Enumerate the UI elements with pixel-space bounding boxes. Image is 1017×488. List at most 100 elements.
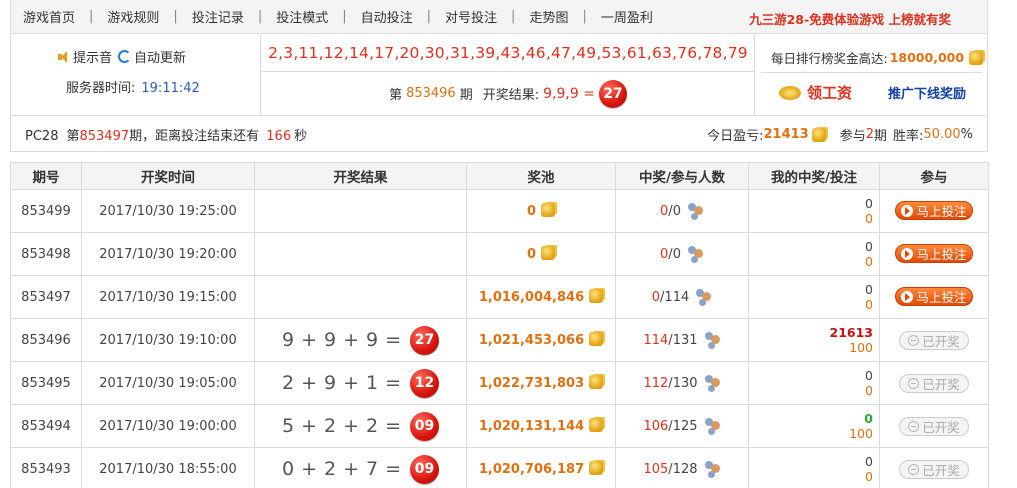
my-bet: 0	[865, 469, 873, 484]
time-cell: 2017/10/30 19:10:00	[81, 318, 255, 362]
minus-circle-icon	[908, 377, 920, 389]
table-row: 853494 2017/10/30 19:00:00 5 +2 +2 = 09 1,020,1…	[10, 404, 989, 448]
pool-value: 0	[526, 247, 537, 262]
minus-circle-icon	[908, 463, 920, 475]
plus-sign: +	[343, 329, 359, 351]
action-cell: 已开奖	[879, 404, 989, 448]
action-cell: 已开奖	[879, 447, 989, 488]
column-header: 开奖结果	[254, 162, 467, 190]
reward-panel: 每日排行榜奖金高达: 18000,000 领工资 推广下线奖励	[755, 34, 988, 115]
pool-cell: 0	[466, 189, 616, 233]
result-expr: 0 +2 +7 = 09	[255, 454, 466, 484]
join-label: 参与	[839, 129, 866, 144]
nav-item[interactable]: 投注模式	[276, 7, 328, 26]
pool-value: 1,020,706,187	[478, 462, 585, 477]
people-icon[interactable]	[703, 332, 721, 347]
promo-link[interactable]: 推广下线奖励	[888, 83, 966, 102]
drawn-label: 已开奖	[922, 462, 960, 478]
countdown-prefix: 第	[66, 129, 80, 144]
people-icon[interactable]	[703, 375, 721, 390]
auto-refresh-label: 自动更新	[134, 51, 187, 66]
last-result-period: 853496	[406, 86, 456, 101]
equals-sign: =	[385, 415, 402, 437]
server-time-label: 服务器时间:	[66, 81, 136, 96]
refresh-icon	[118, 50, 132, 63]
draw-panel: 2,3,11,12,14,17,20,30,31,39,43,46,47,49,…	[261, 34, 755, 115]
gold-coin-icon	[589, 289, 604, 303]
divider	[761, 72, 982, 73]
draw-numbers: 2,3,11,12,14,17,20,30,31,39,43,46,47,49,…	[261, 34, 755, 72]
my-bet: 0	[865, 211, 873, 226]
auto-refresh-toggle[interactable]: 自动更新	[118, 47, 186, 66]
result-number: 2	[323, 458, 337, 480]
result-number: 5	[281, 415, 295, 437]
winners-count: 114	[643, 333, 669, 348]
table-row: 853496 2017/10/30 19:10:00 9 +9 +9 = 27 1,021,4…	[10, 318, 989, 362]
arrow-right-icon	[901, 204, 914, 217]
sound-toggle[interactable]: 提示音	[57, 47, 112, 66]
gold-coin-icon	[589, 332, 604, 346]
pool-cell: 1,020,131,144	[466, 404, 616, 448]
participants-count: 128	[672, 462, 698, 477]
join-count: 2	[865, 127, 875, 142]
result-number: 1	[366, 372, 379, 394]
nav-separator: |	[582, 9, 587, 24]
draw-table: 期号 开奖时间 开奖结果 奖池 中奖/参与人数 我的中奖/投注 参与 853499 2017/…	[10, 162, 989, 488]
my-result-cell: 00	[748, 447, 880, 488]
time-cell: 2017/10/30 19:20:00	[81, 232, 255, 276]
period-cell: 853497	[10, 275, 82, 319]
my-bet: 0	[865, 297, 873, 312]
my-bet: 100	[849, 426, 873, 441]
people-icon[interactable]	[686, 246, 704, 261]
arrow-right-icon	[901, 290, 914, 303]
gold-coin-icon	[541, 246, 556, 260]
people-icon[interactable]	[694, 289, 712, 304]
my-result-cell: 21613 100	[748, 318, 880, 362]
nav-item[interactable]: 走势图	[529, 7, 568, 26]
equals-sign: =	[385, 372, 402, 394]
pool-value: 1,021,453,066	[478, 333, 585, 348]
nav-item[interactable]: 自动投注	[361, 7, 413, 26]
nav-separator: |	[257, 9, 263, 24]
participants-count: 0	[672, 247, 681, 262]
people-icon[interactable]	[703, 418, 721, 433]
nav-item[interactable]: 游戏首页	[23, 7, 75, 26]
winners-cell: 112/130	[615, 361, 749, 405]
winners-count: 106	[643, 419, 669, 434]
time-cell: 2017/10/30 19:25:00	[81, 189, 255, 233]
winners-cell: 105/128	[615, 447, 749, 488]
time-cell: 2017/10/30 18:55:00	[81, 447, 255, 488]
bet-now-button[interactable]: 马上投注	[895, 244, 973, 264]
my-bet: 100	[849, 340, 873, 355]
bet-now-button[interactable]: 马上投注	[895, 287, 973, 307]
plus-sign: +	[343, 458, 359, 480]
period-cell: 853498	[10, 232, 82, 276]
nav-item[interactable]: 游戏规则	[107, 7, 159, 26]
result-expr: 9 +9 +9 = 27	[255, 325, 466, 355]
last-result-suffix: 期	[459, 88, 473, 103]
people-icon[interactable]	[703, 461, 721, 476]
minus-circle-icon	[908, 334, 920, 346]
salary-button[interactable]: 领工资	[779, 82, 852, 103]
period-cell: 853496	[10, 318, 82, 362]
result-ball: 09	[410, 411, 440, 441]
nav-item[interactable]: 对号投注	[445, 7, 497, 26]
bet-now-button[interactable]: 马上投注	[895, 201, 973, 221]
table-row: 853498 2017/10/30 19:20:00 0 0/0 0 0 马上投注	[10, 232, 989, 276]
nav-item[interactable]: 一周盈利	[601, 7, 653, 26]
result-cell	[254, 189, 467, 233]
action-cell: 马上投注	[879, 189, 989, 233]
nav-separator: |	[511, 9, 516, 24]
today-summary: 今日盈亏: 21413 参与 2 期 胜率: 50.00%	[707, 125, 973, 144]
result-ball: 12	[410, 368, 440, 398]
plus-sign: +	[343, 415, 359, 437]
people-icon[interactable]	[686, 203, 704, 218]
column-header: 中奖/参与人数	[615, 162, 749, 190]
my-win: 0	[865, 196, 873, 211]
countdown-period: 853497	[79, 129, 130, 144]
speaker-icon	[57, 50, 70, 63]
nav-item[interactable]: 投注记录	[192, 7, 244, 26]
nav-promo[interactable]: 九三游28-免费体验游戏 上榜就有奖	[749, 9, 951, 28]
table-row: 853497 2017/10/30 19:15:00 1,016,004,846 0/…	[10, 275, 989, 319]
salary-label: 领工资	[807, 84, 853, 102]
